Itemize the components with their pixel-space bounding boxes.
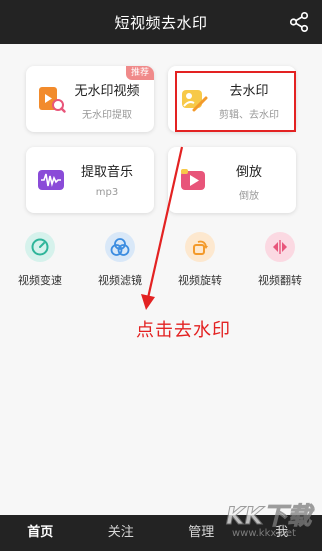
- card-subtitle: 倒放: [239, 191, 259, 202]
- annotation-text: 点击去水印: [136, 320, 231, 341]
- site-watermark-logo: KK下载 www.kkx.net: [220, 496, 316, 546]
- extract-music-card[interactable]: 提取音乐 mp3: [26, 147, 154, 213]
- no-watermark-video-card[interactable]: 推荐 无水印视频 无水印提取: [26, 66, 154, 132]
- video-flip-tool[interactable]: 视频翻转: [244, 232, 316, 292]
- filter-icon: [105, 232, 135, 262]
- card-subtitle: mp3: [95, 187, 119, 198]
- tool-label: 视频滤镜: [98, 274, 142, 287]
- card-title: 倒放: [235, 165, 262, 180]
- video-rotate-tool[interactable]: 视频旋转: [164, 232, 236, 292]
- video-filter-tool[interactable]: 视频滤镜: [84, 232, 156, 292]
- video-speed-tool[interactable]: 视频变速: [4, 232, 76, 292]
- highlight-box: [175, 71, 296, 132]
- recommend-badge: 推荐: [125, 66, 154, 80]
- watermark-url: www.kkx.net: [232, 528, 296, 539]
- tab-home[interactable]: 首页: [0, 515, 81, 551]
- tool-label: 视频变速: [18, 274, 62, 287]
- card-subtitle: 无水印提取: [82, 110, 132, 121]
- tool-row: 视频变速 视频滤镜 视频旋转 视频翻转: [0, 232, 322, 292]
- tab-follow[interactable]: 关注: [81, 515, 162, 551]
- share-icon[interactable]: [288, 11, 310, 33]
- card-title: 无水印视频: [74, 84, 140, 99]
- tool-label: 视频旋转: [178, 274, 222, 287]
- page-title: 短视频去水印: [114, 13, 208, 32]
- rotate-icon: [185, 232, 215, 262]
- flip-icon: [265, 232, 295, 262]
- top-bar: 短视频去水印: [0, 0, 322, 44]
- reverse-card[interactable]: 倒放 倒放: [168, 147, 296, 213]
- card-title: 提取音乐: [80, 165, 133, 180]
- tool-label: 视频翻转: [258, 274, 302, 287]
- watermark-brand: KK下载: [225, 502, 312, 531]
- speed-gauge-icon: [25, 232, 55, 262]
